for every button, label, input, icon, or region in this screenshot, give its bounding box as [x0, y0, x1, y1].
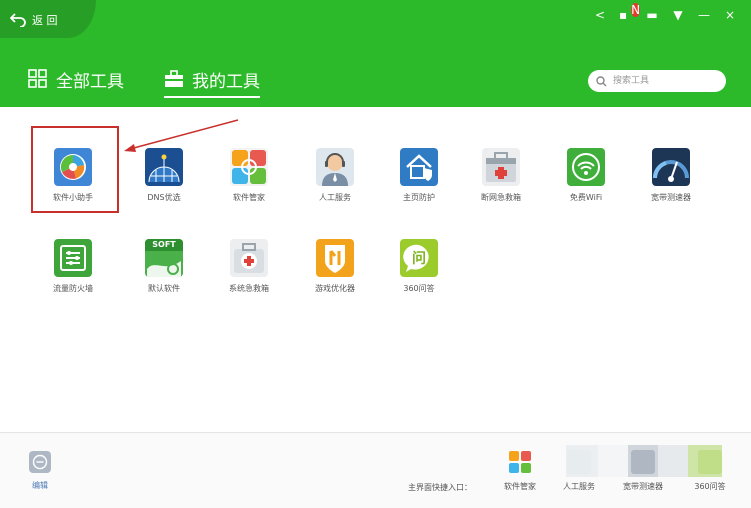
back-label: 返 回 — [32, 14, 58, 27]
tool-label: 软件管家 — [233, 193, 265, 202]
header-bar: 返 回 < ▪ N ▬ ▼ — × 全部工具 我的工具 — [0, 0, 751, 107]
shortcut-label: 人工服务 — [563, 482, 595, 491]
window-controls: < ▪ N ▬ ▼ — × — [593, 3, 737, 22]
tool-label: 流量防火墙 — [53, 284, 93, 293]
tool-homepage-protection[interactable]: 主页防护 — [384, 148, 454, 203]
back-button[interactable]: 返 回 — [10, 9, 58, 31]
tab-mine-label: 我的工具 — [192, 71, 260, 92]
blur-block — [598, 445, 628, 477]
search-box[interactable] — [588, 70, 726, 92]
tool-free-wifi[interactable]: 免费WiFi — [551, 148, 621, 203]
tool-customer-service[interactable]: 人工服务 — [300, 148, 370, 203]
blur-block — [688, 445, 722, 477]
traffic-firewall-icon — [54, 239, 92, 277]
network-firstaid-icon — [482, 148, 520, 186]
software-manager-icon — [508, 450, 532, 474]
tool-label: 默认软件 — [148, 284, 180, 293]
tool-dns[interactable]: DNS优选 — [129, 148, 199, 203]
tool-game-optimizer[interactable]: 游戏优化器 — [300, 239, 370, 294]
shortcut-label: 软件管家 — [504, 482, 536, 491]
shortcut-software-manager[interactable]: 软件管家 — [491, 450, 549, 492]
share-icon[interactable]: < — [593, 8, 607, 22]
minimize-button[interactable]: — — [697, 8, 711, 22]
customer-service-icon — [316, 148, 354, 186]
game-optimizer-icon — [316, 239, 354, 277]
minus-circle-icon — [29, 451, 51, 473]
tool-label: 宽带测速器 — [651, 193, 691, 202]
software-manager-icon — [230, 148, 268, 186]
tool-traffic-firewall[interactable]: 流量防火墙 — [38, 239, 108, 294]
shortcut-label: 宽带测速器 — [623, 482, 663, 491]
tool-default-software[interactable]: SOFT 默认软件 — [129, 239, 199, 294]
menu-icon[interactable]: ▼ — [671, 8, 685, 22]
tool-360-qa[interactable]: 问 360问答 — [384, 239, 454, 294]
dns-globe-icon — [145, 148, 183, 186]
edit-button[interactable]: 编辑 — [27, 451, 53, 491]
tool-label: 断网急救箱 — [481, 193, 521, 202]
tab-all-tools[interactable]: 全部工具 — [28, 64, 124, 94]
tool-software-manager[interactable]: 软件管家 — [214, 148, 284, 203]
blur-block — [658, 445, 688, 477]
skin-icon[interactable]: ▪ N — [619, 3, 641, 22]
close-button[interactable]: × — [723, 8, 737, 22]
search-input[interactable] — [611, 75, 715, 87]
tool-network-firstaid[interactable]: 断网急救箱 — [466, 148, 536, 203]
notification-badge: N — [631, 3, 641, 17]
blur-block — [628, 445, 658, 477]
tool-label: 360问答 — [403, 284, 435, 293]
tool-speedtest[interactable]: 宽带测速器 — [636, 148, 706, 203]
edit-label: 编辑 — [32, 481, 48, 490]
tool-label: 免费WiFi — [569, 193, 603, 202]
system-firstaid-icon — [230, 239, 268, 277]
search-icon — [596, 75, 607, 86]
speedometer-icon — [652, 148, 690, 186]
tool-system-firstaid[interactable]: 系统急救箱 — [214, 239, 284, 294]
homepage-shield-icon — [400, 148, 438, 186]
highlight-box — [31, 126, 119, 213]
tool-label: DNS优选 — [147, 193, 181, 202]
shortcut-entry-label: 主界面快捷入口： — [408, 483, 472, 492]
default-software-icon: SOFT — [145, 239, 183, 277]
toolbox-icon — [165, 70, 183, 87]
message-icon[interactable]: ▬ — [645, 8, 659, 22]
wifi-icon — [567, 148, 605, 186]
qa-glyph: 问 — [412, 251, 426, 267]
qa-icon: 问 — [400, 239, 438, 277]
tool-label: 系统急救箱 — [229, 284, 269, 293]
shortcut-label: 360问答 — [694, 482, 726, 491]
back-arrow-icon — [10, 13, 26, 27]
tab-all-label: 全部工具 — [56, 71, 124, 92]
grid-icon — [28, 69, 47, 88]
tool-label: 主页防护 — [403, 193, 435, 202]
tool-label: 游戏优化器 — [315, 284, 355, 293]
tool-label: 人工服务 — [319, 193, 351, 202]
back-tab: 返 回 — [0, 0, 96, 38]
tab-my-tools[interactable]: 我的工具 — [164, 64, 260, 98]
skin-glyph: ▪ — [619, 8, 628, 22]
blur-block — [566, 445, 598, 477]
